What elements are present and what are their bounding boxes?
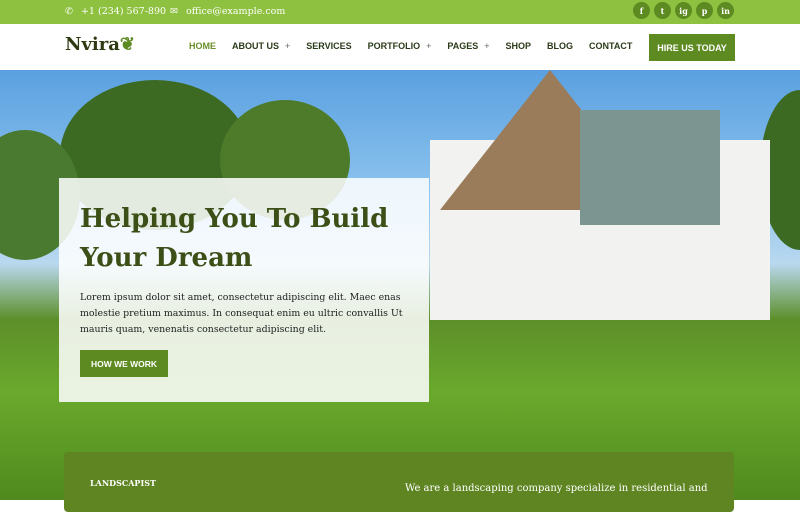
nav-contact[interactable]: CONTACT [589, 41, 632, 51]
leaf-icon: ❦ [119, 34, 135, 55]
nav-portfolio[interactable]: PORTFOLIO + [368, 41, 432, 51]
intro-band: LANDSCAPIST We are a landscaping company… [64, 452, 734, 512]
header: Nvira❦ HOME ABOUT US + SERVICES PORTFOLIO… [0, 24, 800, 70]
nav-pages[interactable]: PAGES + [447, 41, 489, 51]
email-address: office@example.com [185, 6, 286, 17]
logo-text: Nvira [65, 34, 120, 55]
main-nav: HOME ABOUT US + SERVICES PORTFOLIO + PAGES… [189, 41, 632, 51]
nav-shop[interactable]: SHOP [506, 41, 532, 51]
nav-blog[interactable]: BLOG [547, 41, 573, 51]
twitter-icon[interactable]: t [654, 2, 671, 19]
phone-icon: ✆ [65, 6, 73, 17]
nav-label: PAGES [447, 41, 479, 51]
mail-icon: ✉ [170, 6, 178, 17]
hero-image: Helping You To Build Your Dream Lorem ip… [0, 70, 800, 500]
house-siding [580, 110, 720, 225]
email-contact[interactable]: ✉ office@example.com [170, 6, 285, 17]
hero-title: Helping You To Build Your Dream [80, 204, 389, 273]
band-label: LANDSCAPIST [90, 478, 156, 488]
nav-about-us[interactable]: ABOUT US + [232, 41, 290, 51]
nav-label: PORTFOLIO [367, 41, 421, 51]
top-bar: ✆ +1 (234) 567-890 ✉ office@example.com f … [0, 0, 800, 24]
nav-home[interactable]: HOME [189, 41, 216, 51]
nav-label: ABOUT US [232, 41, 279, 51]
linkedin-icon[interactable]: in [717, 2, 734, 19]
hero-card: Helping You To Build Your Dream Lorem ip… [59, 178, 429, 402]
how-we-work-button[interactable]: HOW WE WORK [80, 350, 168, 377]
facebook-icon[interactable]: f [633, 2, 650, 19]
phone-number: +1 (234) 567-890 [80, 6, 167, 17]
pinterest-icon[interactable]: p [696, 2, 713, 19]
logo[interactable]: Nvira❦ [65, 34, 135, 55]
nav-services[interactable]: SERVICES [306, 41, 351, 51]
plus-icon: + [285, 41, 291, 51]
hero-text: Lorem ipsum dolor sit amet, consectetur … [80, 292, 403, 335]
instagram-icon[interactable]: ig [675, 2, 692, 19]
band-text: We are a landscaping company specialize … [405, 483, 708, 494]
plus-icon: + [426, 41, 432, 51]
phone-contact[interactable]: ✆ +1 (234) 567-890 [65, 6, 166, 17]
hire-us-button[interactable]: HIRE US TODAY [649, 34, 735, 61]
social-links: f t ig p in [633, 2, 734, 19]
plus-icon: + [484, 41, 490, 51]
